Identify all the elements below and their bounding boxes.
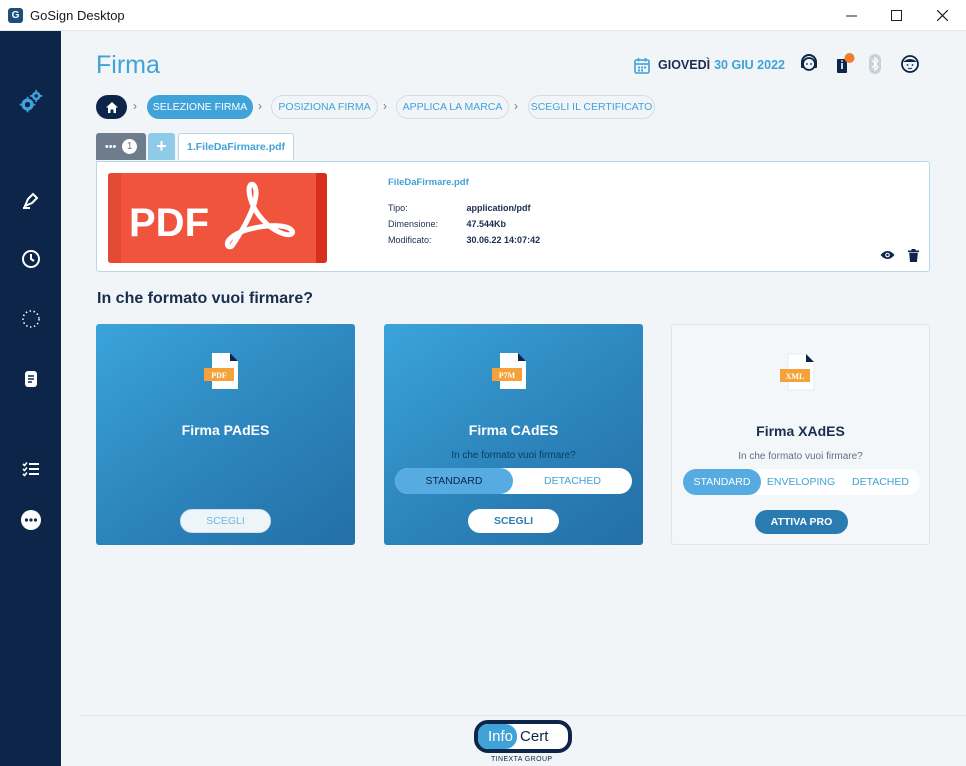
cades-format-toggle: STANDARD DETACHED xyxy=(395,468,632,494)
tab-file[interactable]: 1.FileDaFirmare.pdf xyxy=(178,133,294,160)
settings-gears-icon[interactable] xyxy=(18,89,44,115)
option-card-pades[interactable]: PDF Firma PAdES SCEGLI xyxy=(96,324,355,545)
user-avatar-icon[interactable] xyxy=(899,53,921,75)
logo-subtitle: TINEXTA GROUP xyxy=(491,756,553,763)
maximize-icon xyxy=(890,10,902,21)
pdf-thumbnail: PDF xyxy=(108,173,327,263)
xades-subtitle: In che formato vuoi firmare? xyxy=(738,451,863,462)
file-size-value: 47.544Kb xyxy=(466,219,507,229)
pades-choose-button[interactable]: SCEGLI xyxy=(180,509,271,533)
xades-title: Firma XAdES xyxy=(756,423,845,439)
delete-file-button[interactable] xyxy=(905,248,921,262)
cades-choose-button[interactable]: SCEGLI xyxy=(468,509,559,533)
option-card-cades[interactable]: P7M Firma CAdES In che formato vuoi firm… xyxy=(384,324,643,545)
ellipsis-icon: ••• xyxy=(104,140,117,153)
logo-info-text: Info xyxy=(478,724,518,749)
calendar-icon xyxy=(634,57,650,74)
footer-divider xyxy=(80,715,966,716)
file-tabs-menu[interactable]: ••• 1 xyxy=(96,133,146,160)
breadcrumb-step-selezione-firma[interactable]: SELEZIONE FIRMA xyxy=(147,95,253,119)
trash-icon xyxy=(907,248,919,262)
cades-icon-label: P7M xyxy=(499,371,516,380)
option-card-xades[interactable]: XML Firma XAdES In che formato vuoi firm… xyxy=(671,324,930,545)
infocert-logo: Info Cert xyxy=(474,720,572,753)
more-options-icon[interactable] xyxy=(18,507,44,533)
cades-toggle-standard[interactable]: STANDARD xyxy=(395,468,513,494)
file-count-badge: 1 xyxy=(122,139,138,154)
add-file-button[interactable]: + xyxy=(148,133,175,160)
file-modified-row: Modificato: 30.06.22 14:07:42 xyxy=(388,235,540,245)
file-type-value: application/pdf xyxy=(466,203,531,213)
pdf-document-icon: PDF xyxy=(204,353,238,389)
file-details-card: PDF FileDaFirmare.pdf Tipo: application/… xyxy=(96,161,930,272)
loading-spinner-icon[interactable] xyxy=(18,306,44,332)
p7m-document-icon: P7M xyxy=(492,353,526,389)
breadcrumb-home-button[interactable] xyxy=(96,95,127,119)
pdf-thumb-label: PDF xyxy=(129,201,209,245)
page-title: Firma xyxy=(96,51,160,79)
eye-icon xyxy=(880,251,894,259)
app-logo-icon: G xyxy=(8,8,23,23)
breadcrumb-chevron-icon: › xyxy=(133,99,137,113)
sidebar xyxy=(0,31,61,766)
close-button[interactable] xyxy=(919,0,965,31)
breadcrumb-step-applica-la-marca[interactable]: APPLICA LA MARCA xyxy=(396,95,509,119)
breadcrumb-step-scegli-il-certificato[interactable]: SCEGLI IL CERTIFICATO xyxy=(528,95,655,119)
cades-title: Firma CAdES xyxy=(468,422,559,438)
minimize-icon xyxy=(845,15,857,17)
task-list-icon[interactable] xyxy=(18,456,44,482)
xades-toggle-enveloping[interactable]: ENVELOPING xyxy=(761,469,841,495)
file-name: FileDaFirmare.pdf xyxy=(388,177,469,188)
bluetooth-icon[interactable] xyxy=(864,53,886,75)
close-icon xyxy=(936,10,948,21)
document-list-icon[interactable] xyxy=(18,366,44,392)
minimize-button[interactable] xyxy=(828,0,874,31)
cades-toggle-detached[interactable]: DETACHED xyxy=(513,468,632,494)
breadcrumb-chevron-icon: › xyxy=(514,99,518,113)
home-icon xyxy=(105,101,118,113)
date-value: 30 GIU 2022 xyxy=(714,58,785,72)
maximize-button[interactable] xyxy=(873,0,919,31)
file-size-row: Dimensione: 47.544Kb xyxy=(388,219,506,229)
xades-format-toggle: STANDARD ENVELOPING DETACHED xyxy=(683,469,920,495)
file-type-label: Tipo: xyxy=(388,203,408,213)
notifications-icon[interactable] xyxy=(833,53,855,75)
breadcrumb-step-posiziona-firma[interactable]: POSIZIONA FIRMA xyxy=(271,95,378,119)
support-agent-icon[interactable] xyxy=(798,53,820,75)
preview-file-button[interactable] xyxy=(879,248,895,262)
xml-document-icon: XML xyxy=(780,353,815,391)
xades-icon-label: XML xyxy=(786,372,805,381)
breadcrumb-chevron-icon: › xyxy=(383,99,387,113)
file-size-label: Dimensione: xyxy=(388,219,439,229)
xades-activate-pro-button[interactable]: ATTIVA PRO xyxy=(755,510,848,534)
pades-title: Firma PAdES xyxy=(181,422,270,438)
file-modified-label: Modificato: xyxy=(388,235,432,245)
xades-toggle-detached[interactable]: DETACHED xyxy=(841,469,920,495)
breadcrumb-chevron-icon: › xyxy=(258,99,262,113)
window-titlebar: G GoSign Desktop xyxy=(0,0,966,31)
logo-cert-text: Cert xyxy=(520,728,549,745)
main-content: Firma GIOVEDÌ 30 GIU 2022 › SELEZIONE FI… xyxy=(61,31,966,766)
pades-icon-label: PDF xyxy=(211,371,227,380)
window-title: GoSign Desktop xyxy=(30,8,125,23)
format-question: In che formato vuoi firmare? xyxy=(97,290,314,307)
history-clock-icon[interactable] xyxy=(18,246,44,272)
file-type-row: Tipo: application/pdf xyxy=(388,203,531,213)
file-modified-value: 30.06.22 14:07:42 xyxy=(466,235,541,245)
current-date: GIOVEDÌ 30 GIU 2022 xyxy=(634,55,785,75)
sign-pen-icon[interactable] xyxy=(18,187,44,213)
date-weekday: GIOVEDÌ xyxy=(658,58,711,72)
xades-toggle-standard[interactable]: STANDARD xyxy=(683,469,761,495)
cades-subtitle: In che formato vuoi firmare? xyxy=(451,450,576,461)
